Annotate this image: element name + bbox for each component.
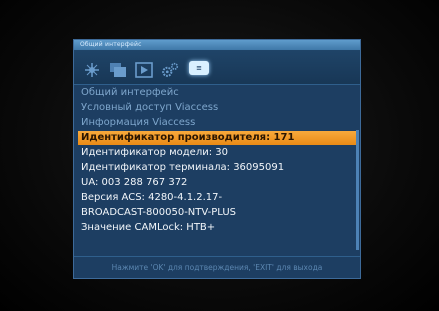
ci-module-icon[interactable]: ≡ bbox=[189, 61, 209, 75]
ci-module-icon-label: ≡ bbox=[196, 64, 202, 72]
ci-menu-panel: Общий интерфейс ≡ Общий интерфейс Условн… bbox=[73, 39, 361, 279]
footer-hint: Нажмите 'OK' для подтверждения, 'EXIT' д… bbox=[74, 256, 360, 279]
scrollbar[interactable] bbox=[356, 130, 359, 250]
menu-item-manufacturer-id[interactable]: Идентификатор производителя: 171 bbox=[78, 131, 356, 145]
menu-item-camlock[interactable]: Значение CAMLock: НТВ+ bbox=[78, 221, 356, 235]
window-title: Общий интерфейс bbox=[74, 40, 360, 50]
scrollbar-thumb[interactable] bbox=[356, 130, 359, 250]
tv-screen: Общий интерфейс ≡ Общий интерфейс Условн… bbox=[0, 0, 439, 311]
menu-item-ua[interactable]: UA: 003 288 767 372 bbox=[78, 176, 356, 190]
settings-gears-icon[interactable] bbox=[160, 61, 180, 79]
menu-item-model-id[interactable]: Идентификатор модели: 30 bbox=[78, 146, 356, 160]
menu-item-common-interface[interactable]: Общий интерфейс bbox=[78, 86, 356, 100]
menu-item-acs-version-cont[interactable]: BROADCAST-800050-NTV-PLUS bbox=[78, 206, 356, 220]
channels-icon[interactable] bbox=[108, 61, 128, 79]
menu-item-acs-version[interactable]: Версия ACS: 4280-4.1.2.17- bbox=[78, 191, 356, 205]
menu-item-terminal-id[interactable]: Идентификатор терминала: 36095091 bbox=[78, 161, 356, 175]
satellite-icon[interactable] bbox=[82, 61, 102, 79]
media-play-icon[interactable] bbox=[134, 61, 154, 79]
icon-toolbar: ≡ bbox=[74, 50, 360, 85]
menu-item-viaccess-info[interactable]: Информация Viaccess bbox=[78, 116, 356, 130]
menu-item-viaccess-conditional-access[interactable]: Условный доступ Viaccess bbox=[78, 101, 356, 115]
